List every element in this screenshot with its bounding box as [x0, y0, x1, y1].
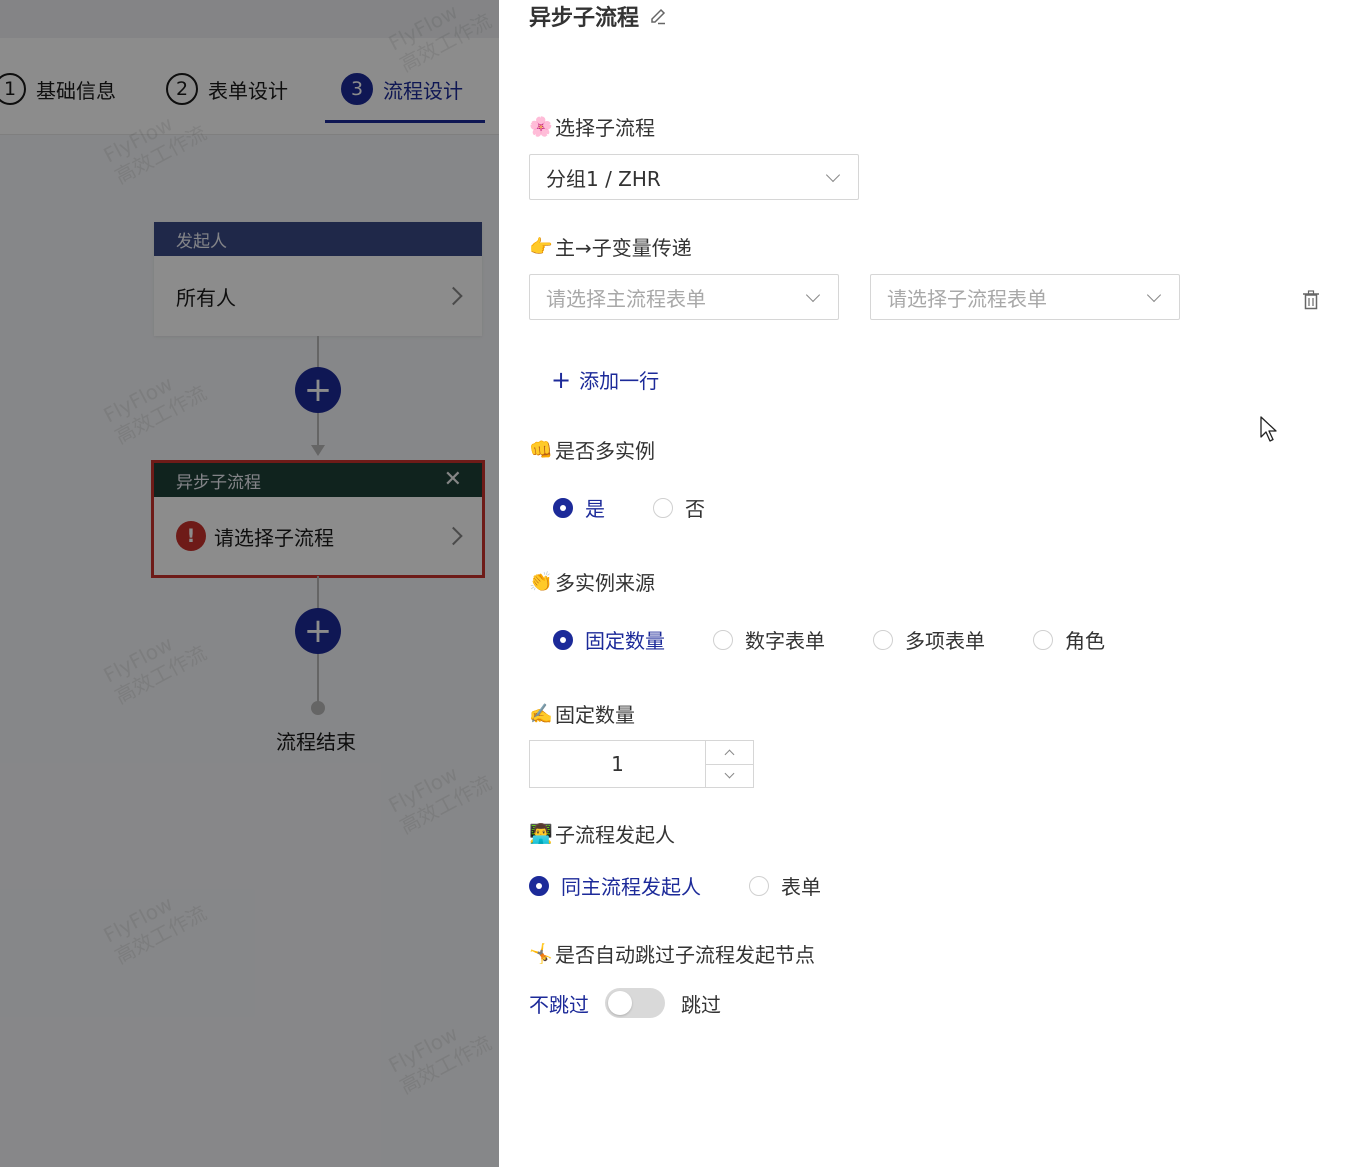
radio-dot: [653, 497, 673, 518]
pointing-hand-icon: 👉: [529, 236, 553, 258]
radio-source-role[interactable]: 角色: [1033, 625, 1105, 654]
toggle-on-label: 跳过: [681, 992, 721, 1017]
radio-source-fixed[interactable]: 固定数量: [553, 625, 665, 654]
drawer-title-text: 异步子流程: [529, 6, 640, 31]
decrement-button[interactable]: [706, 765, 753, 788]
main-form-select[interactable]: 请选择主流程表单: [529, 274, 839, 320]
main-form-placeholder: 请选择主流程表单: [546, 286, 706, 311]
auto-skip-label: 🤸 是否自动跳过子流程发起节点: [529, 939, 815, 968]
technologist-icon: 👨‍💻: [529, 823, 553, 845]
radio-dot: [873, 629, 893, 650]
add-row-label: 添加一行: [579, 369, 660, 393]
sub-form-placeholder: 请选择子流程表单: [887, 286, 1047, 311]
radio-source-number-form[interactable]: 数字表单: [713, 625, 825, 654]
instance-source-radio-group: 固定数量 数字表单 多项表单 角色: [553, 625, 1153, 654]
subprocess-config-drawer: 异步子流程 🌸 选择子流程 分组1 / ZHR 👉 主→子变量传递 请选择主流程…: [499, 0, 1372, 1167]
sub-form-select[interactable]: 请选择子流程表单: [870, 274, 1180, 320]
sub-starter-radio-group: 同主流程发起人 表单: [529, 871, 869, 900]
switch-knob: [608, 991, 632, 1015]
toggle-off-label: 不跳过: [529, 992, 589, 1017]
radio-label: 数字表单: [745, 629, 825, 653]
radio-label: 固定数量: [585, 629, 665, 653]
radio-dot: [713, 629, 733, 650]
auto-skip-toggle-row: 不跳过 跳过: [529, 988, 721, 1018]
section-label-text: 是否多实例: [555, 439, 655, 463]
section-label-text: 主→子变量传递: [555, 236, 692, 260]
radio-label: 表单: [781, 875, 821, 899]
chevron-down-icon: [825, 167, 841, 183]
section-label-text: 固定数量: [555, 703, 635, 727]
radio-source-multi-form[interactable]: 多项表单: [873, 625, 985, 654]
section-label-text: 子流程发起人: [555, 823, 675, 847]
radio-dot: [1033, 629, 1053, 650]
fixed-count-label: ✍️ 固定数量: [529, 699, 635, 728]
instance-source-label: 👏 多实例来源: [529, 567, 655, 596]
radio-label: 是: [585, 497, 605, 521]
increment-button[interactable]: [706, 741, 753, 765]
chevron-up-icon: [724, 749, 735, 760]
radio-dot: [749, 875, 769, 896]
writing-hand-icon: ✍️: [529, 703, 553, 725]
clapping-hands-icon: 👏: [529, 571, 553, 593]
modal-overlay[interactable]: [0, 0, 499, 1167]
radio-starter-same[interactable]: 同主流程发起人: [529, 871, 701, 900]
chevron-down-icon: [805, 287, 821, 303]
workflow-canvas: 1 基础信息 2 表单设计 3 流程设计 FlyFlow 高效工作流 FlyFlo…: [0, 0, 499, 1167]
radio-dot: [553, 497, 573, 518]
radio-multi-no[interactable]: 否: [653, 493, 705, 522]
radio-starter-form[interactable]: 表单: [749, 871, 821, 900]
multi-instance-label: 👊 是否多实例: [529, 435, 655, 464]
subprocess-select-value: 分组1 / ZHR: [546, 166, 661, 191]
select-subprocess-label: 🌸 选择子流程: [529, 112, 655, 141]
radio-label: 角色: [1065, 629, 1105, 653]
auto-skip-switch[interactable]: [605, 988, 665, 1018]
flower-icon: 🌸: [529, 116, 553, 138]
plus-icon: +: [551, 365, 572, 394]
mouse-cursor-icon: [1260, 416, 1277, 442]
radio-dot: [529, 875, 549, 896]
radio-multi-yes[interactable]: 是: [553, 493, 605, 522]
var-pass-label: 👉 主→子变量传递: [529, 232, 692, 261]
section-label-text: 是否自动跳过子流程发起节点: [555, 943, 815, 967]
chevron-down-icon: [1146, 287, 1162, 303]
cartwheel-icon: 🤸: [529, 943, 553, 965]
fist-icon: 👊: [529, 439, 553, 461]
radio-label: 否: [685, 497, 705, 521]
stepper-controls: [705, 741, 753, 787]
multi-instance-radio-group: 是 否: [553, 493, 753, 522]
edit-pencil-icon[interactable]: [649, 7, 667, 25]
chevron-down-icon: [724, 768, 735, 779]
drawer-title: 异步子流程: [529, 0, 667, 32]
add-row-button[interactable]: + 添加一行: [551, 365, 659, 394]
radio-dot: [553, 629, 573, 650]
section-label-text: 多实例来源: [555, 571, 655, 595]
radio-label: 多项表单: [905, 629, 985, 653]
subprocess-select[interactable]: 分组1 / ZHR: [529, 154, 859, 200]
delete-trash-icon[interactable]: [1302, 290, 1320, 310]
fixed-count-stepper[interactable]: 1: [529, 740, 754, 788]
radio-label: 同主流程发起人: [561, 875, 701, 899]
sub-starter-label: 👨‍💻 子流程发起人: [529, 819, 675, 848]
fixed-count-value[interactable]: 1: [530, 741, 705, 787]
section-label-text: 选择子流程: [555, 116, 655, 140]
